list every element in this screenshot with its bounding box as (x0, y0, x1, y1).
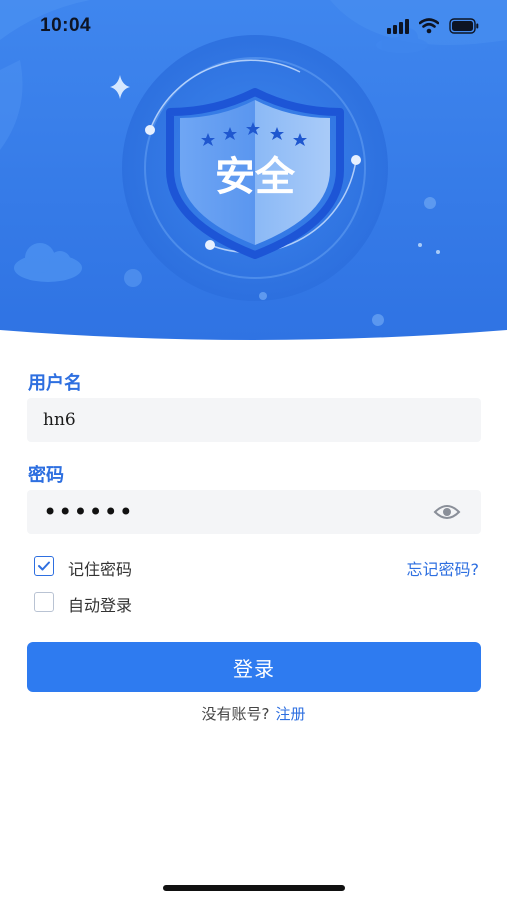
signal-icon (387, 19, 409, 34)
remember-password-label[interactable]: 记住密码 (68, 556, 132, 580)
forgot-password-link[interactable]: 忘记密码? (407, 556, 480, 580)
username-value: hn6 (43, 410, 76, 430)
shield-badge-text: 安全 (215, 154, 296, 200)
remember-password-checkbox[interactable] (34, 556, 54, 576)
battery-icon (449, 18, 479, 34)
status-bar: 10:04 (0, 0, 507, 54)
eye-icon[interactable] (433, 502, 461, 522)
username-label: 用户名 (28, 373, 82, 394)
wifi-icon (419, 18, 439, 34)
home-indicator (163, 885, 345, 891)
status-icons (387, 14, 479, 38)
login-button[interactable]: 登录 (27, 642, 481, 692)
username-field[interactable]: hn6 (27, 398, 481, 442)
register-link[interactable]: 注册 (275, 705, 305, 723)
password-label: 密码 (28, 465, 64, 486)
auto-login-label[interactable]: 自动登录 (68, 592, 132, 616)
password-value: •••••• (43, 498, 134, 526)
check-icon (38, 561, 50, 571)
register-row: 没有账号? 注册 (0, 703, 507, 724)
no-account-text: 没有账号? (201, 705, 270, 723)
status-time: 10:04 (40, 15, 92, 36)
password-field[interactable]: •••••• (27, 490, 481, 534)
auto-login-checkbox[interactable] (34, 592, 54, 612)
